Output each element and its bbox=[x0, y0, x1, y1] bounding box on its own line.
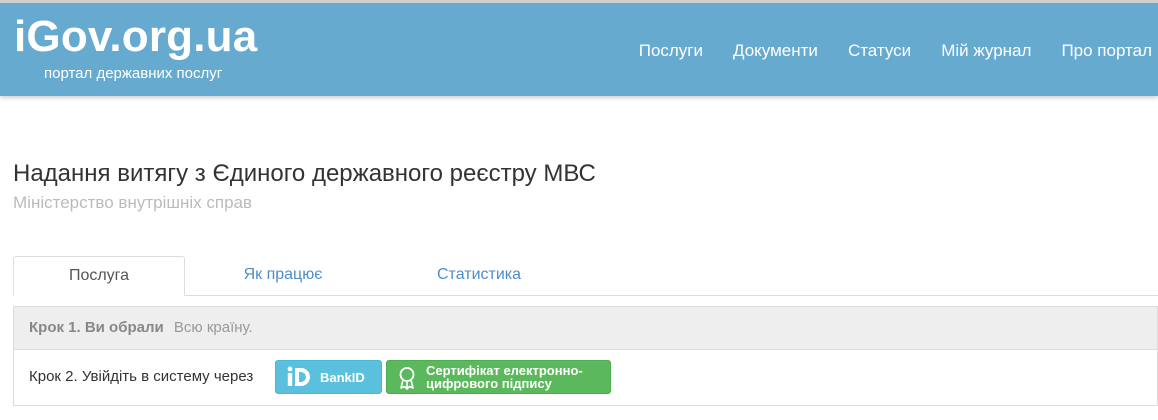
nav-item-about[interactable]: Про портал bbox=[1061, 41, 1152, 61]
step-1-panel: Крок 1. Ви обрали Всю країну. bbox=[13, 306, 1158, 350]
bankid-login-button[interactable]: BankID bbox=[275, 360, 382, 394]
bankid-label: BankID bbox=[320, 370, 365, 385]
site-logo[interactable]: iGov.org.ua bbox=[14, 11, 257, 63]
service-tabs: Послуга Як працює Статистика bbox=[13, 256, 1158, 296]
bankid-icon bbox=[286, 366, 314, 393]
tab-how-it-works[interactable]: Як працює bbox=[185, 256, 381, 296]
nav-item-my-journal[interactable]: Мій журнал bbox=[941, 41, 1031, 61]
site-header: iGov.org.ua портал державних послуг Посл… bbox=[0, 0, 1158, 96]
tab-statistics[interactable]: Статистика bbox=[381, 256, 577, 296]
digital-signature-button[interactable]: Сертифікат електронно-цифрового підпису bbox=[386, 360, 611, 394]
nav-item-services[interactable]: Послуги bbox=[639, 41, 703, 61]
page-title: Надання витягу з Єдиного державного реєс… bbox=[13, 160, 596, 187]
nav-item-statuses[interactable]: Статуси bbox=[848, 41, 911, 61]
step-1-label: Крок 1. Ви обрали bbox=[29, 319, 164, 336]
tab-service[interactable]: Послуга bbox=[13, 256, 185, 296]
step-2-label: Крок 2. Увійдіть в систему через bbox=[29, 368, 254, 385]
step-1-value: Всю країну. bbox=[173, 319, 253, 336]
main-nav: Послуги Документи Статуси Мій журнал Про… bbox=[609, 41, 1152, 61]
certificate-label: Сертифікат електронно-цифрового підпису bbox=[426, 363, 583, 391]
page-subtitle: Міністерство внутрішніх справ bbox=[13, 193, 253, 212]
site-tagline: портал державних послуг bbox=[44, 65, 223, 82]
certificate-award-icon bbox=[397, 366, 417, 395]
step-2-panel: Крок 2. Увійдіть в систему через BankID … bbox=[13, 350, 1158, 406]
nav-item-documents[interactable]: Документи bbox=[733, 41, 818, 61]
